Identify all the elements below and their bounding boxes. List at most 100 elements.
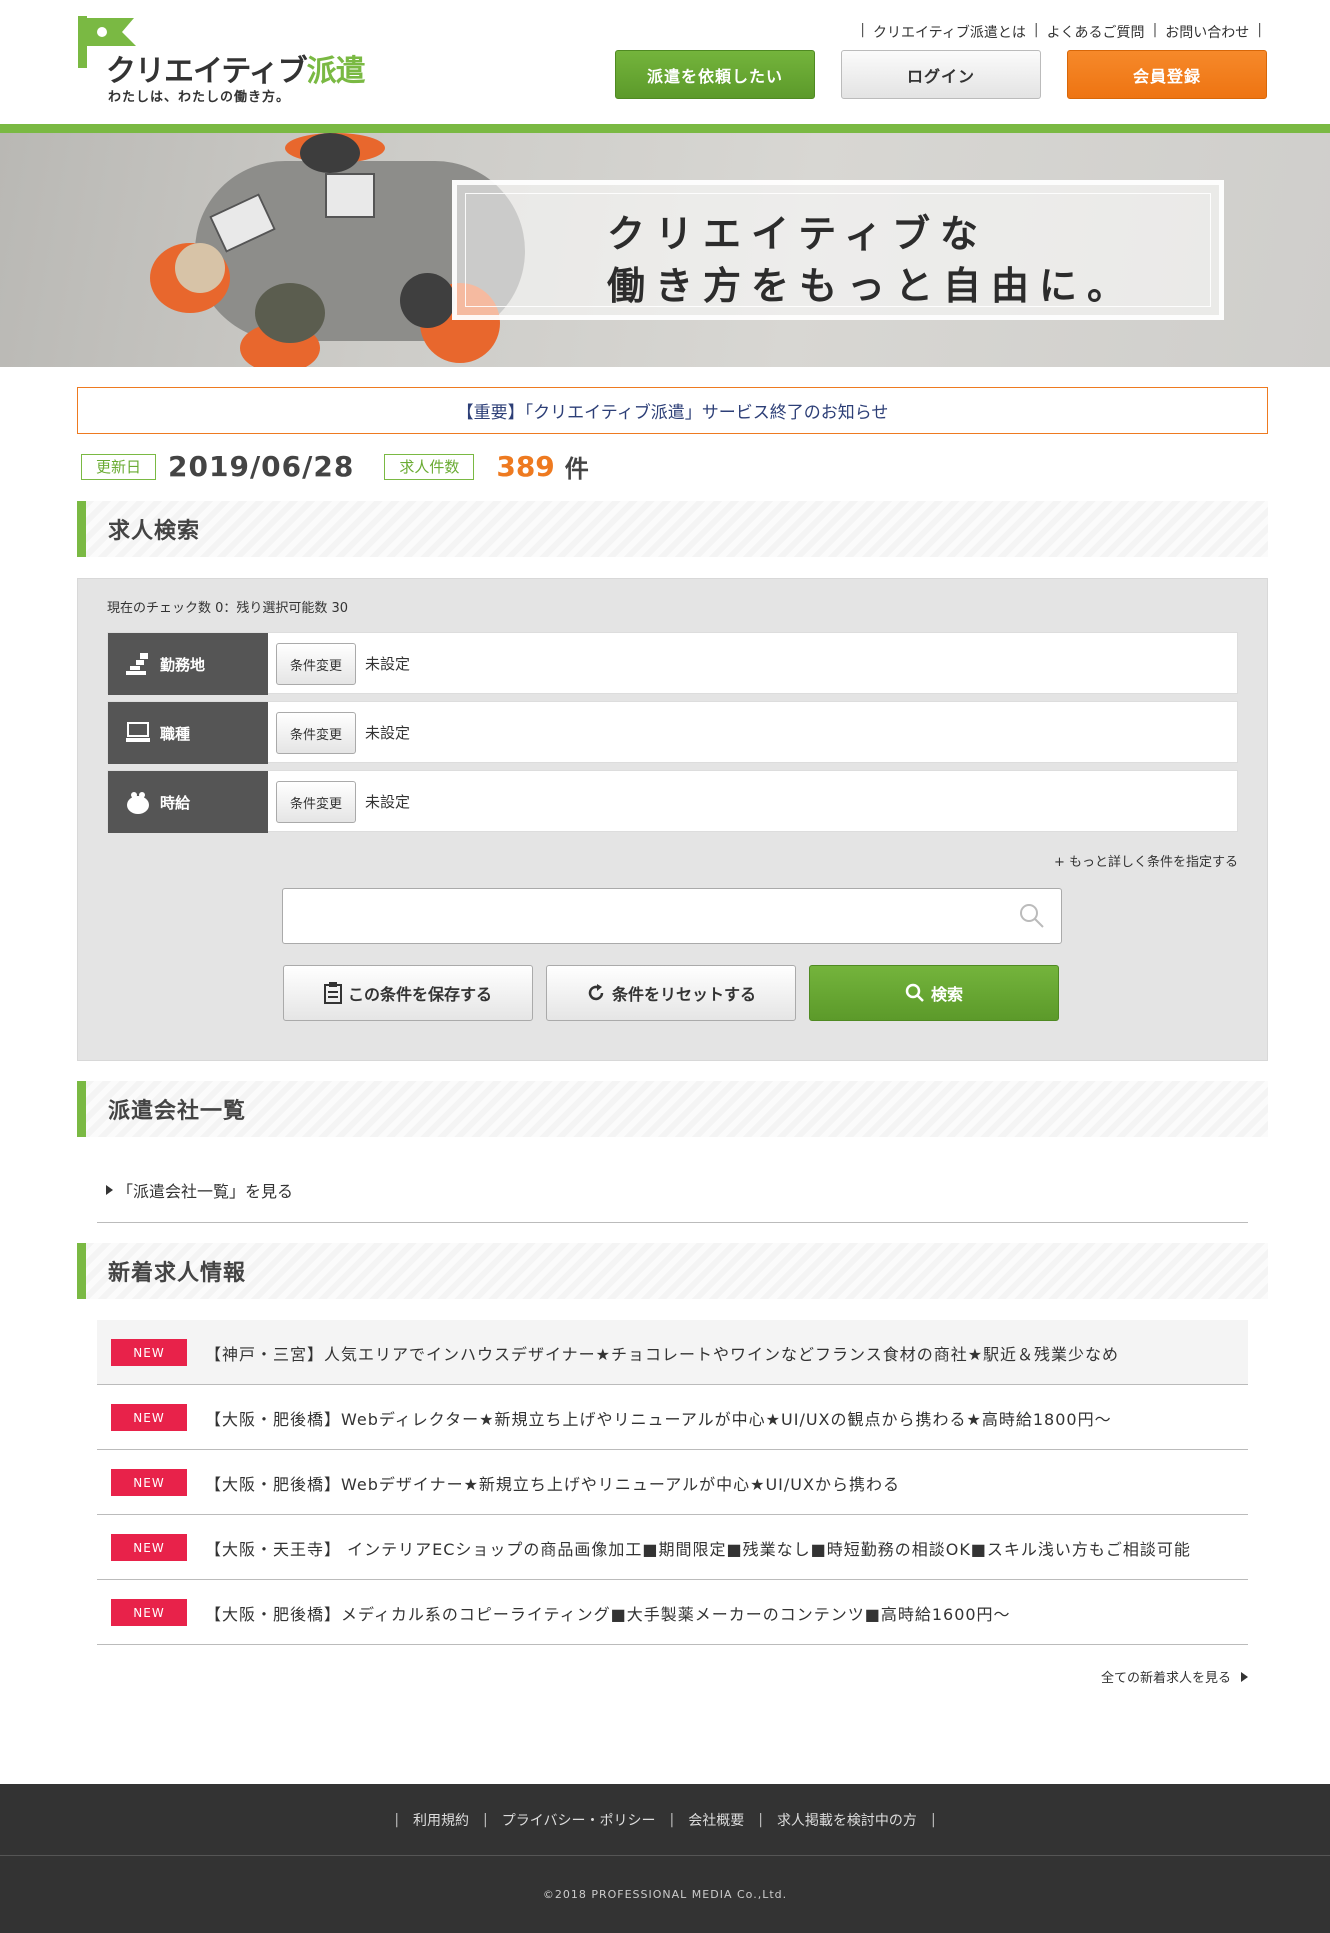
change-wage-button[interactable]: 条件変更 — [276, 781, 356, 823]
condition-label-job-type: 職種 — [108, 702, 268, 764]
hero-catchcopy-box: クリエイティブな 働き方をもっと自由に。 — [452, 180, 1224, 320]
new-badge: NEW — [111, 1339, 187, 1366]
check-count-text: 現在のチェック数 0：残り選択可能数 30 — [107, 601, 349, 616]
wage-value: 未設定 — [365, 793, 411, 811]
job-title[interactable]: 【大阪・天王寺】 インテリアECショップの商品画像加工■期間限定■残業なし■時短… — [205, 1536, 1235, 1560]
footer-separator: | — [930, 1811, 936, 1828]
footer-terms-link[interactable]: 利用規約 — [413, 1810, 469, 1830]
save-conditions-label: この条件を保存する — [347, 985, 492, 1004]
hero-line-2: 働き方をもっと自由に。 — [607, 264, 1136, 308]
computer-icon — [126, 721, 150, 745]
hero-person — [255, 283, 325, 343]
search-section-heading: 求人検索 — [77, 501, 1268, 557]
new-badge: NEW — [111, 1534, 187, 1561]
nav-separator: | — [1257, 22, 1262, 38]
job-title[interactable]: 【大阪・肥後橋】メディカル系のコピーライティング■大手製薬メーカーのコンテンツ■… — [205, 1601, 1235, 1625]
change-location-button[interactable]: 条件変更 — [276, 643, 356, 685]
location-value: 未設定 — [365, 655, 411, 673]
logo-wordmark: クリエイティブ派遣 — [106, 46, 366, 90]
job-title[interactable]: 【大阪・肥後橋】Webディレクター★新規立ち上げやリニューアルが中心★UI/UX… — [205, 1406, 1235, 1430]
login-button[interactable]: ログイン — [841, 50, 1041, 99]
condition-row-wage: 時給 条件変更 未設定 — [107, 770, 1238, 833]
job-list-item[interactable]: NEW 【大阪・肥後橋】Webディレクター★新規立ち上げやリニューアルが中心★U… — [97, 1385, 1248, 1450]
triangle-right-icon — [1241, 1671, 1248, 1682]
jobs-count-unit: 件 — [564, 455, 589, 483]
triangle-right-icon — [106, 1185, 113, 1195]
job-list-item[interactable]: NEW 【大阪・肥後橋】メディカル系のコピーライティング■大手製薬メーカーのコン… — [97, 1580, 1248, 1645]
request-dispatch-button[interactable]: 派遣を依頼したい — [615, 50, 815, 99]
condition-label-location: 勤務地 — [108, 633, 268, 695]
reset-conditions-label: 条件をリセットする — [611, 985, 756, 1004]
change-job-type-button[interactable]: 条件変更 — [276, 712, 356, 754]
new-jobs-section-heading: 新着求人情報 — [77, 1243, 1268, 1299]
new-badge: NEW — [111, 1469, 187, 1496]
hero-banner: クリエイティブな 働き方をもっと自由に。 — [0, 133, 1330, 367]
save-conditions-button[interactable]: この条件を保存する — [283, 965, 533, 1021]
jobs-count-label: 求人件数 — [384, 453, 475, 480]
footer-nav: | 利用規約 | プライバシー・ポリシー | 会社概要 | 求人掲載を検討中の方… — [0, 1784, 1330, 1855]
condition-label-wage: 時給 — [108, 771, 268, 833]
logo-accent-text: 派遣 — [306, 54, 366, 89]
hero-person — [400, 273, 455, 328]
nav-faq-link[interactable]: よくあるご質問 — [1047, 22, 1145, 42]
nav-separator: | — [1152, 22, 1158, 38]
reset-conditions-button[interactable]: 条件をリセットする — [546, 965, 796, 1021]
stats-bar: 更新日 2019/06/28 求人件数 389 件 — [81, 449, 589, 484]
footer-separator: | — [758, 1811, 763, 1828]
updated-date: 2019/06/28 — [168, 450, 355, 483]
footer-privacy-link[interactable]: プライバシー・ポリシー — [502, 1810, 656, 1830]
hero-line-1: クリエイティブな — [607, 212, 988, 256]
job-title[interactable]: 【大阪・肥後橋】Webデザイナー★新規立ち上げやリニューアルが中心★UI/UXか… — [205, 1471, 1235, 1495]
nav-contact-link[interactable]: お問い合わせ — [1165, 22, 1249, 42]
site-header: クリエイティブ派遣 わたしは、わたしの働き方。 | クリエイティブ派遣とは | … — [0, 0, 1330, 124]
new-jobs-list: NEW 【神戸・三宮】人気エリアでインハウスデザイナー★チョコレートやワインなど… — [97, 1320, 1248, 1645]
footer-advertise-link[interactable]: 求人掲載を検討中の方 — [777, 1810, 917, 1830]
keyword-search-input[interactable] — [282, 888, 1062, 944]
footer-copyright: ©2018 PROFESSIONAL MEDIA Co.,Ltd. — [0, 1856, 1330, 1933]
search-button-label: 検索 — [930, 985, 963, 1004]
search-icon — [1020, 904, 1044, 928]
register-button[interactable]: 会員登録 — [1067, 50, 1267, 99]
condition-label-text: 勤務地 — [160, 655, 206, 674]
job-list-item[interactable]: NEW 【神戸・三宮】人気エリアでインハウスデザイナー★チョコレートやワインなど… — [97, 1320, 1248, 1385]
hero-person — [175, 243, 225, 293]
updated-label: 更新日 — [81, 453, 157, 480]
new-badge: NEW — [111, 1404, 187, 1431]
refresh-icon — [586, 983, 606, 1003]
nav-separator: | — [1033, 22, 1039, 38]
more-conditions-link[interactable]: + もっと詳しく条件を指定する — [1054, 851, 1238, 870]
footer-separator: | — [483, 1811, 488, 1828]
job-list-item[interactable]: NEW 【大阪・肥後橋】Webデザイナー★新規立ち上げやリニューアルが中心★UI… — [97, 1450, 1248, 1515]
clipboard-icon — [323, 982, 342, 1004]
company-list-link-text: 「派遣会社一覧」を見る — [117, 1182, 294, 1201]
search-panel: 現在のチェック数 0：残り選択可能数 30 勤務地 条件変更 未設定 職種 条件… — [77, 578, 1268, 1061]
hero-laptop — [325, 173, 375, 218]
site-logo[interactable]: クリエイティブ派遣 わたしは、わたしの働き方。 — [76, 16, 366, 105]
job-list-item[interactable]: NEW 【大阪・天王寺】 インテリアECショップの商品画像加工■期間限定■残業な… — [97, 1515, 1248, 1580]
hero-person — [300, 133, 360, 173]
condition-label-text: 時給 — [160, 793, 191, 812]
divider — [97, 1222, 1248, 1223]
job-type-value: 未設定 — [365, 724, 411, 742]
service-end-notice[interactable]: 【重要】「クリエイティブ派遣」サービス終了のお知らせ — [77, 387, 1268, 434]
search-button[interactable]: 検索 — [809, 965, 1059, 1021]
nav-separator: | — [860, 22, 865, 38]
jobs-count-value: 389 — [496, 450, 555, 483]
footer-company-link[interactable]: 会社概要 — [688, 1810, 744, 1830]
condition-row-job-type: 職種 条件変更 未設定 — [107, 701, 1238, 764]
header-divider — [0, 124, 1330, 133]
top-nav: | クリエイティブ派遣とは | よくあるご質問 | お問い合わせ | — [852, 22, 1270, 42]
company-list-link[interactable]: 「派遣会社一覧」を見る — [106, 1178, 293, 1202]
nav-about-link[interactable]: クリエイティブ派遣とは — [873, 22, 1026, 42]
location-icon — [126, 652, 150, 676]
footer-separator: | — [394, 1811, 400, 1828]
condition-label-text: 職種 — [160, 724, 191, 743]
logo-tagline: わたしは、わたしの働き方。 — [108, 90, 291, 105]
all-new-jobs-link-text: 全ての新着求人を見る — [1100, 1671, 1231, 1686]
condition-row-location: 勤務地 条件変更 未設定 — [107, 632, 1238, 695]
company-section-heading: 派遣会社一覧 — [77, 1081, 1268, 1137]
all-new-jobs-link[interactable]: 全ての新着求人を見る — [1101, 1667, 1248, 1686]
footer-separator: | — [669, 1811, 675, 1828]
job-title[interactable]: 【神戸・三宮】人気エリアでインハウスデザイナー★チョコレートやワインなどフランス… — [205, 1341, 1235, 1365]
wallet-icon — [126, 790, 150, 814]
